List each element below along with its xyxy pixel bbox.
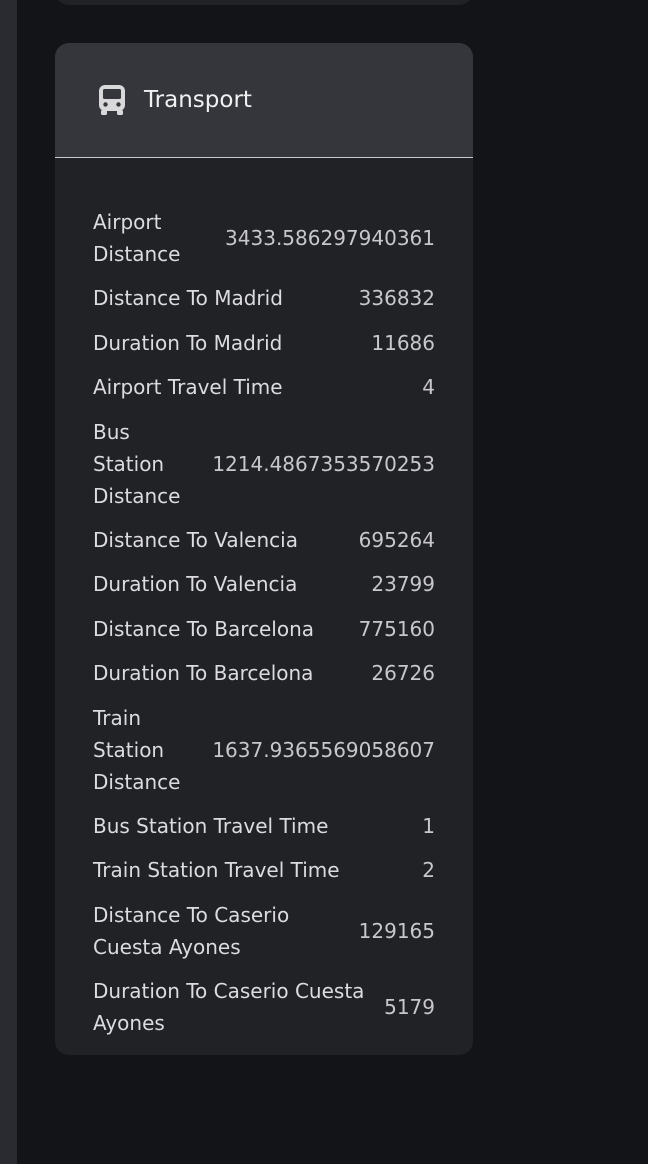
detail-value: 1637.9365569058607 — [212, 737, 435, 762]
transport-card: Transport Airport Distance 3433.58629794… — [55, 43, 473, 1055]
detail-row: Distance To Barcelona 775160 — [93, 607, 435, 652]
detail-row: Bus Station Distance 1214.4867353570253 — [93, 410, 435, 518]
detail-row: Bus Station Travel Time 1 — [93, 804, 435, 849]
detail-row: Train Station Distance 1637.936556905860… — [93, 696, 435, 804]
detail-row: Train Station Travel Time 2 — [93, 848, 435, 893]
bus-icon — [97, 84, 127, 116]
detail-label: Airport Distance — [93, 210, 181, 266]
transport-details-list: Airport Distance 3433.586297940361 Dista… — [55, 158, 473, 1045]
detail-row: Airport Travel Time 4 — [93, 365, 435, 410]
sidebar-edge — [0, 0, 17, 1164]
detail-row: Distance To Caserio Cuesta Ayones 129165 — [93, 893, 435, 969]
detail-value: 26726 — [371, 661, 435, 686]
previous-card-edge — [55, 0, 473, 5]
detail-value: 695264 — [358, 527, 435, 552]
detail-value: 2 — [422, 858, 435, 883]
detail-label: Airport Travel Time — [93, 375, 283, 400]
page: Transport Airport Distance 3433.58629794… — [0, 0, 648, 1164]
detail-label: Train Station Travel Time — [93, 858, 340, 883]
detail-row: Duration To Madrid 11686 — [93, 321, 435, 366]
detail-label: Duration To Caserio Cuesta Ayones — [93, 978, 365, 1035]
detail-label: Distance To Barcelona — [93, 616, 315, 641]
detail-label: Bus Station Distance — [93, 419, 181, 508]
detail-value: 1214.4867353570253 — [212, 451, 435, 476]
detail-value: 4 — [422, 375, 435, 400]
detail-label: Distance To Madrid — [93, 286, 283, 311]
detail-row: Duration To Valencia 23799 — [93, 562, 435, 607]
detail-value: 336832 — [358, 286, 435, 311]
detail-label: Train Station Distance — [93, 705, 181, 794]
card-header: Transport — [55, 43, 473, 158]
detail-value: 1 — [422, 813, 435, 838]
detail-row: Distance To Valencia 695264 — [93, 518, 435, 563]
detail-value: 129165 — [358, 918, 435, 943]
detail-row: Duration To Caserio Cuesta Ayones 5179 — [93, 969, 435, 1045]
detail-label: Duration To Barcelona — [93, 661, 314, 686]
detail-label: Distance To Caserio Cuesta Ayones — [93, 902, 290, 959]
detail-label: Distance To Valencia — [93, 527, 298, 552]
detail-value: 3433.586297940361 — [225, 226, 435, 250]
detail-row: Distance To Madrid 336832 — [93, 276, 435, 321]
detail-label: Duration To Madrid — [93, 330, 283, 355]
detail-value: 5179 — [384, 994, 435, 1019]
detail-label: Bus Station Travel Time — [93, 813, 329, 838]
detail-label: Duration To Valencia — [93, 572, 298, 597]
detail-row: Duration To Barcelona 26726 — [93, 651, 435, 696]
detail-value: 11686 — [371, 330, 435, 355]
detail-row: Airport Distance 3433.586297940361 — [93, 200, 435, 276]
detail-value: 775160 — [358, 616, 435, 641]
card-title: Transport — [144, 87, 252, 113]
detail-value: 23799 — [371, 572, 435, 597]
